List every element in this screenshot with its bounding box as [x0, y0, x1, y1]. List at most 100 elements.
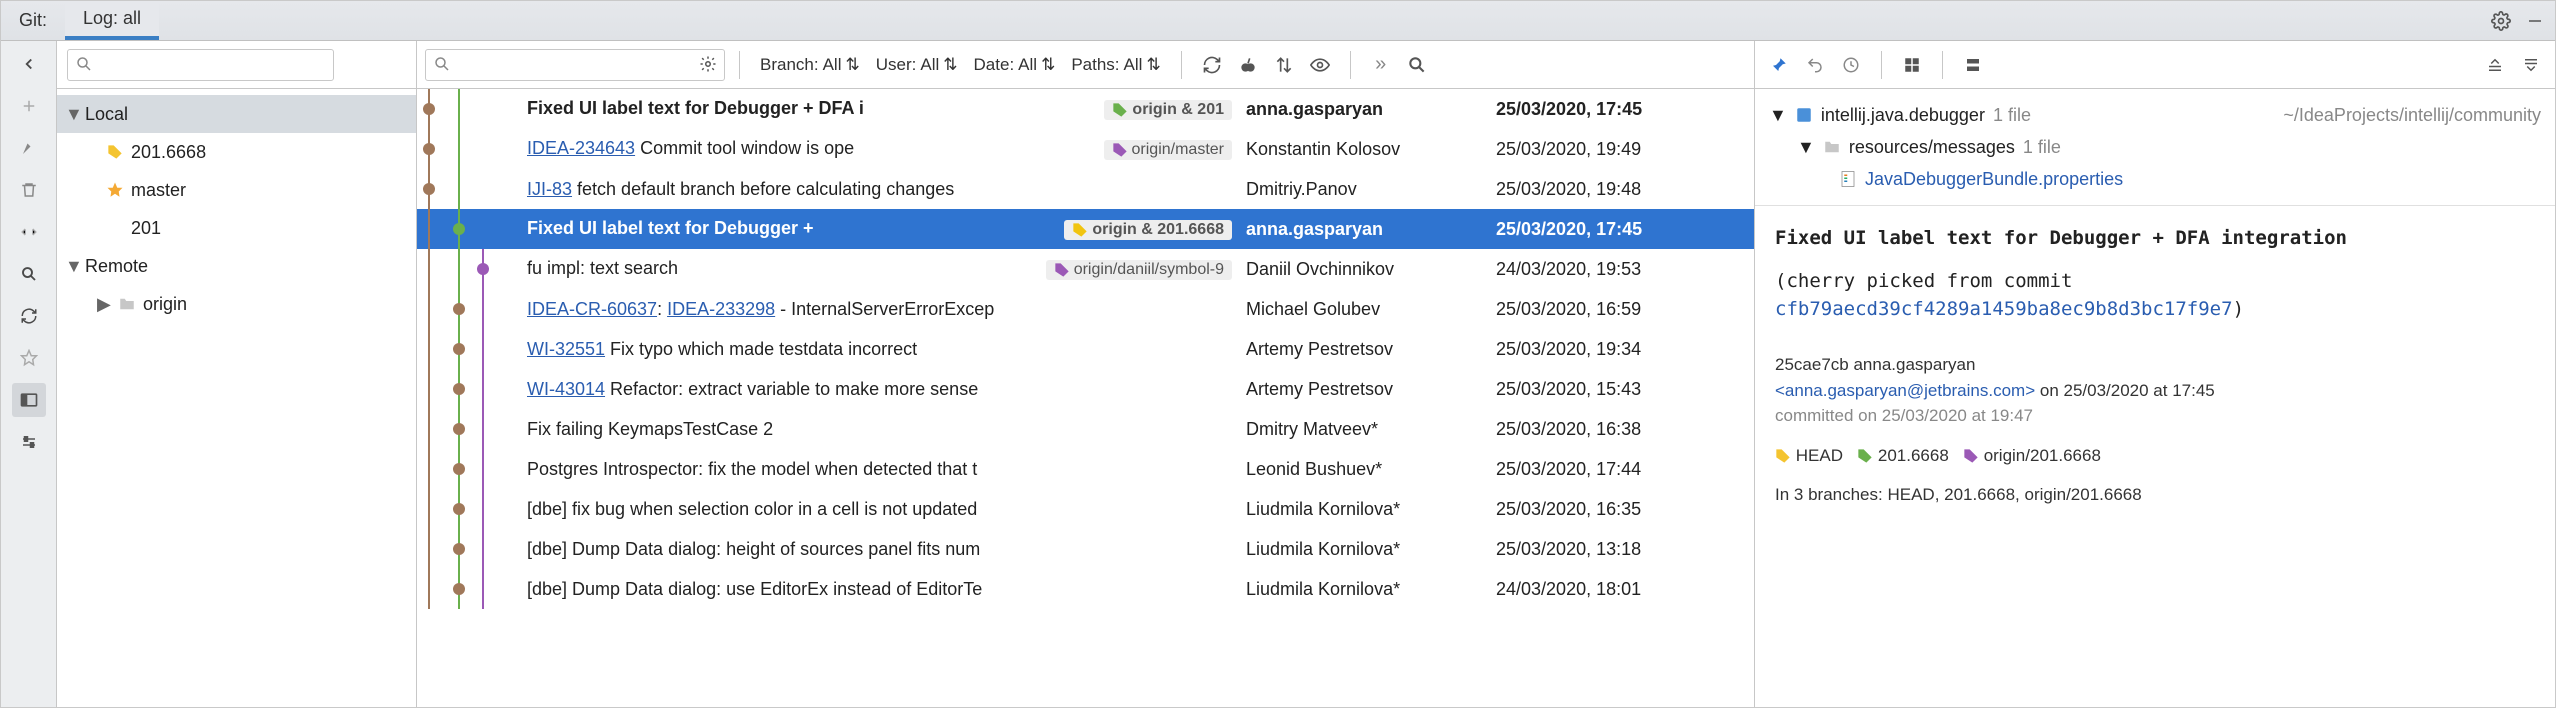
commit-author: Konstantin Kolosov: [1246, 139, 1496, 160]
graph-cell: [417, 249, 527, 289]
graph-cell: [417, 449, 527, 489]
settings-tree-icon[interactable]: [12, 425, 46, 459]
tree-node-remote[interactable]: ▼ Remote: [57, 247, 416, 285]
commit-author: anna.gasparyan: [1246, 99, 1496, 120]
push-icon[interactable]: [1268, 49, 1300, 81]
graph-cell: [417, 329, 527, 369]
graph-cell: [417, 169, 527, 209]
compare-icon[interactable]: [12, 215, 46, 249]
filter-paths[interactable]: Paths: All ⇅: [1065, 55, 1166, 75]
expand-icon[interactable]: [1957, 49, 1989, 81]
commit-date: 24/03/2020, 18:01: [1496, 579, 1754, 600]
chevron-down-icon: ▼: [1797, 137, 1815, 158]
commit-author: anna.gasparyan: [1246, 219, 1496, 240]
commit-row[interactable]: [dbe] Dump Data dialog: use EditorEx ins…: [417, 569, 1754, 609]
back-icon[interactable]: [12, 47, 46, 81]
filter-user[interactable]: User: All ⇅: [870, 55, 964, 75]
branch-item[interactable]: 201.6668: [57, 133, 416, 171]
branch-item[interactable]: 201: [57, 209, 416, 247]
commit-message: Fix failing KeymapsTestCase 2: [527, 419, 1246, 440]
graph-cell: [417, 129, 527, 169]
cherrypick-icon[interactable]: [1232, 49, 1264, 81]
issue-link[interactable]: IJI-83: [527, 179, 572, 199]
commit-date: 25/03/2020, 16:38: [1496, 419, 1754, 440]
search-tree-icon[interactable]: [12, 257, 46, 291]
commit-author: Artemy Pestretsov: [1246, 339, 1496, 360]
commit-row[interactable]: Postgres Introspector: fix the model whe…: [417, 449, 1754, 489]
commit-hash-link[interactable]: cfb79aecd39cf4289a1459ba8ec9b8d3bc17f9e7: [1775, 298, 2233, 320]
commit-author: Dmitriy.Panov: [1246, 179, 1496, 200]
ref-tag[interactable]: origin & 201: [1104, 100, 1232, 120]
commit-row[interactable]: [dbe] Dump Data dialog: height of source…: [417, 529, 1754, 569]
graph-cell: [417, 529, 527, 569]
branch-item[interactable]: master: [57, 171, 416, 209]
author-email-link[interactable]: <anna.gasparyan@jetbrains.com>: [1775, 381, 2035, 400]
commit-author: Artemy Pestretsov: [1246, 379, 1496, 400]
filter-date[interactable]: Date: All ⇅: [968, 55, 1062, 75]
eye-icon[interactable]: [1304, 49, 1336, 81]
remote-item[interactable]: ▶ origin: [57, 285, 416, 323]
log-panel: Branch: All ⇅ User: All ⇅ Date: All ⇅ Pa…: [417, 41, 1755, 707]
toggle-panel-icon[interactable]: [12, 383, 46, 417]
add-icon[interactable]: [12, 89, 46, 123]
graph-cell: [417, 89, 527, 129]
commit-row[interactable]: Fixed UI label text for Debugger + DFA i…: [417, 89, 1754, 129]
commit-row[interactable]: IJI-83 fetch default branch before calcu…: [417, 169, 1754, 209]
issue-link[interactable]: IDEA-234643: [527, 138, 635, 158]
undo-icon[interactable]: [1799, 49, 1831, 81]
commit-row[interactable]: [dbe] fix bug when selection color in a …: [417, 489, 1754, 529]
commit-message: fu impl: text searchorigin/daniil/symbol…: [527, 258, 1246, 280]
issue-link[interactable]: WI-43014: [527, 379, 605, 399]
commit-date: 25/03/2020, 19:49: [1496, 139, 1754, 160]
history-icon[interactable]: [1835, 49, 1867, 81]
module-row[interactable]: ▼ intellij.java.debugger 1 file ~/IdeaPr…: [1769, 99, 2541, 131]
checkout-icon[interactable]: [12, 131, 46, 165]
properties-file-icon: [1839, 170, 1857, 188]
branch-search-input[interactable]: [67, 49, 334, 81]
folder-row[interactable]: ▼ resources/messages 1 file: [1769, 131, 2541, 163]
more-icon[interactable]: »: [1365, 49, 1397, 81]
delete-icon[interactable]: [12, 173, 46, 207]
ref-tag[interactable]: origin & 201.6668: [1064, 220, 1232, 240]
tree-node-local[interactable]: ▼ Local: [57, 95, 416, 133]
pin-icon[interactable]: [1763, 49, 1795, 81]
star-icon[interactable]: [12, 341, 46, 375]
ref-tag[interactable]: origin/master: [1104, 140, 1232, 160]
commit-message: IDEA-234643 Commit tool window is opeori…: [527, 138, 1246, 160]
issue-link[interactable]: WI-32551: [527, 339, 605, 359]
refresh-tree-icon[interactable]: [12, 299, 46, 333]
commit-row[interactable]: Fixed UI label text for Debugger + origi…: [417, 209, 1754, 249]
ref-tag[interactable]: origin/daniil/symbol-9: [1046, 260, 1232, 280]
tab-log[interactable]: Log: all: [65, 1, 159, 40]
group-icon[interactable]: [1896, 49, 1928, 81]
commit-author: Leonid Bushuev*: [1246, 459, 1496, 480]
commit-row[interactable]: fu impl: text searchorigin/daniil/symbol…: [417, 249, 1754, 289]
graph-cell: [417, 569, 527, 609]
expand-all-icon[interactable]: [2479, 49, 2511, 81]
minimize-icon[interactable]: [2521, 7, 2549, 35]
commit-row[interactable]: WI-32551 Fix typo which made testdata in…: [417, 329, 1754, 369]
graph-cell: [417, 369, 527, 409]
refresh-icon[interactable]: [1196, 49, 1228, 81]
gear-icon[interactable]: [2487, 7, 2515, 35]
file-row[interactable]: JavaDebuggerBundle.properties: [1769, 163, 2541, 195]
filter-branch[interactable]: Branch: All ⇅: [754, 55, 866, 75]
tab-git[interactable]: Git:: [1, 1, 65, 40]
commit-row[interactable]: IDEA-234643 Commit tool window is opeori…: [417, 129, 1754, 169]
chevron-down-icon: ▼: [65, 256, 79, 277]
branch-label: 201.6668: [131, 142, 206, 163]
commit-row[interactable]: IDEA-CR-60637: IDEA-233298 - InternalSer…: [417, 289, 1754, 329]
commit-date: 25/03/2020, 17:44: [1496, 459, 1754, 480]
log-search-input[interactable]: [425, 49, 725, 81]
find-icon[interactable]: [1401, 49, 1433, 81]
commit-message: WI-32551 Fix typo which made testdata in…: [527, 339, 1246, 360]
collapse-all-icon[interactable]: [2515, 49, 2547, 81]
commit-row[interactable]: Fix failing KeymapsTestCase 2Dmitry Matv…: [417, 409, 1754, 449]
commit-author: Dmitry Matveev*: [1246, 419, 1496, 440]
commit-message: IJI-83 fetch default branch before calcu…: [527, 179, 1246, 200]
issue-link[interactable]: IDEA-233298: [667, 299, 775, 319]
commit-author: Liudmila Kornilova*: [1246, 579, 1496, 600]
commit-row[interactable]: WI-43014 Refactor: extract variable to m…: [417, 369, 1754, 409]
search-options-icon[interactable]: [699, 55, 717, 73]
issue-link[interactable]: IDEA-CR-60637: [527, 299, 657, 319]
